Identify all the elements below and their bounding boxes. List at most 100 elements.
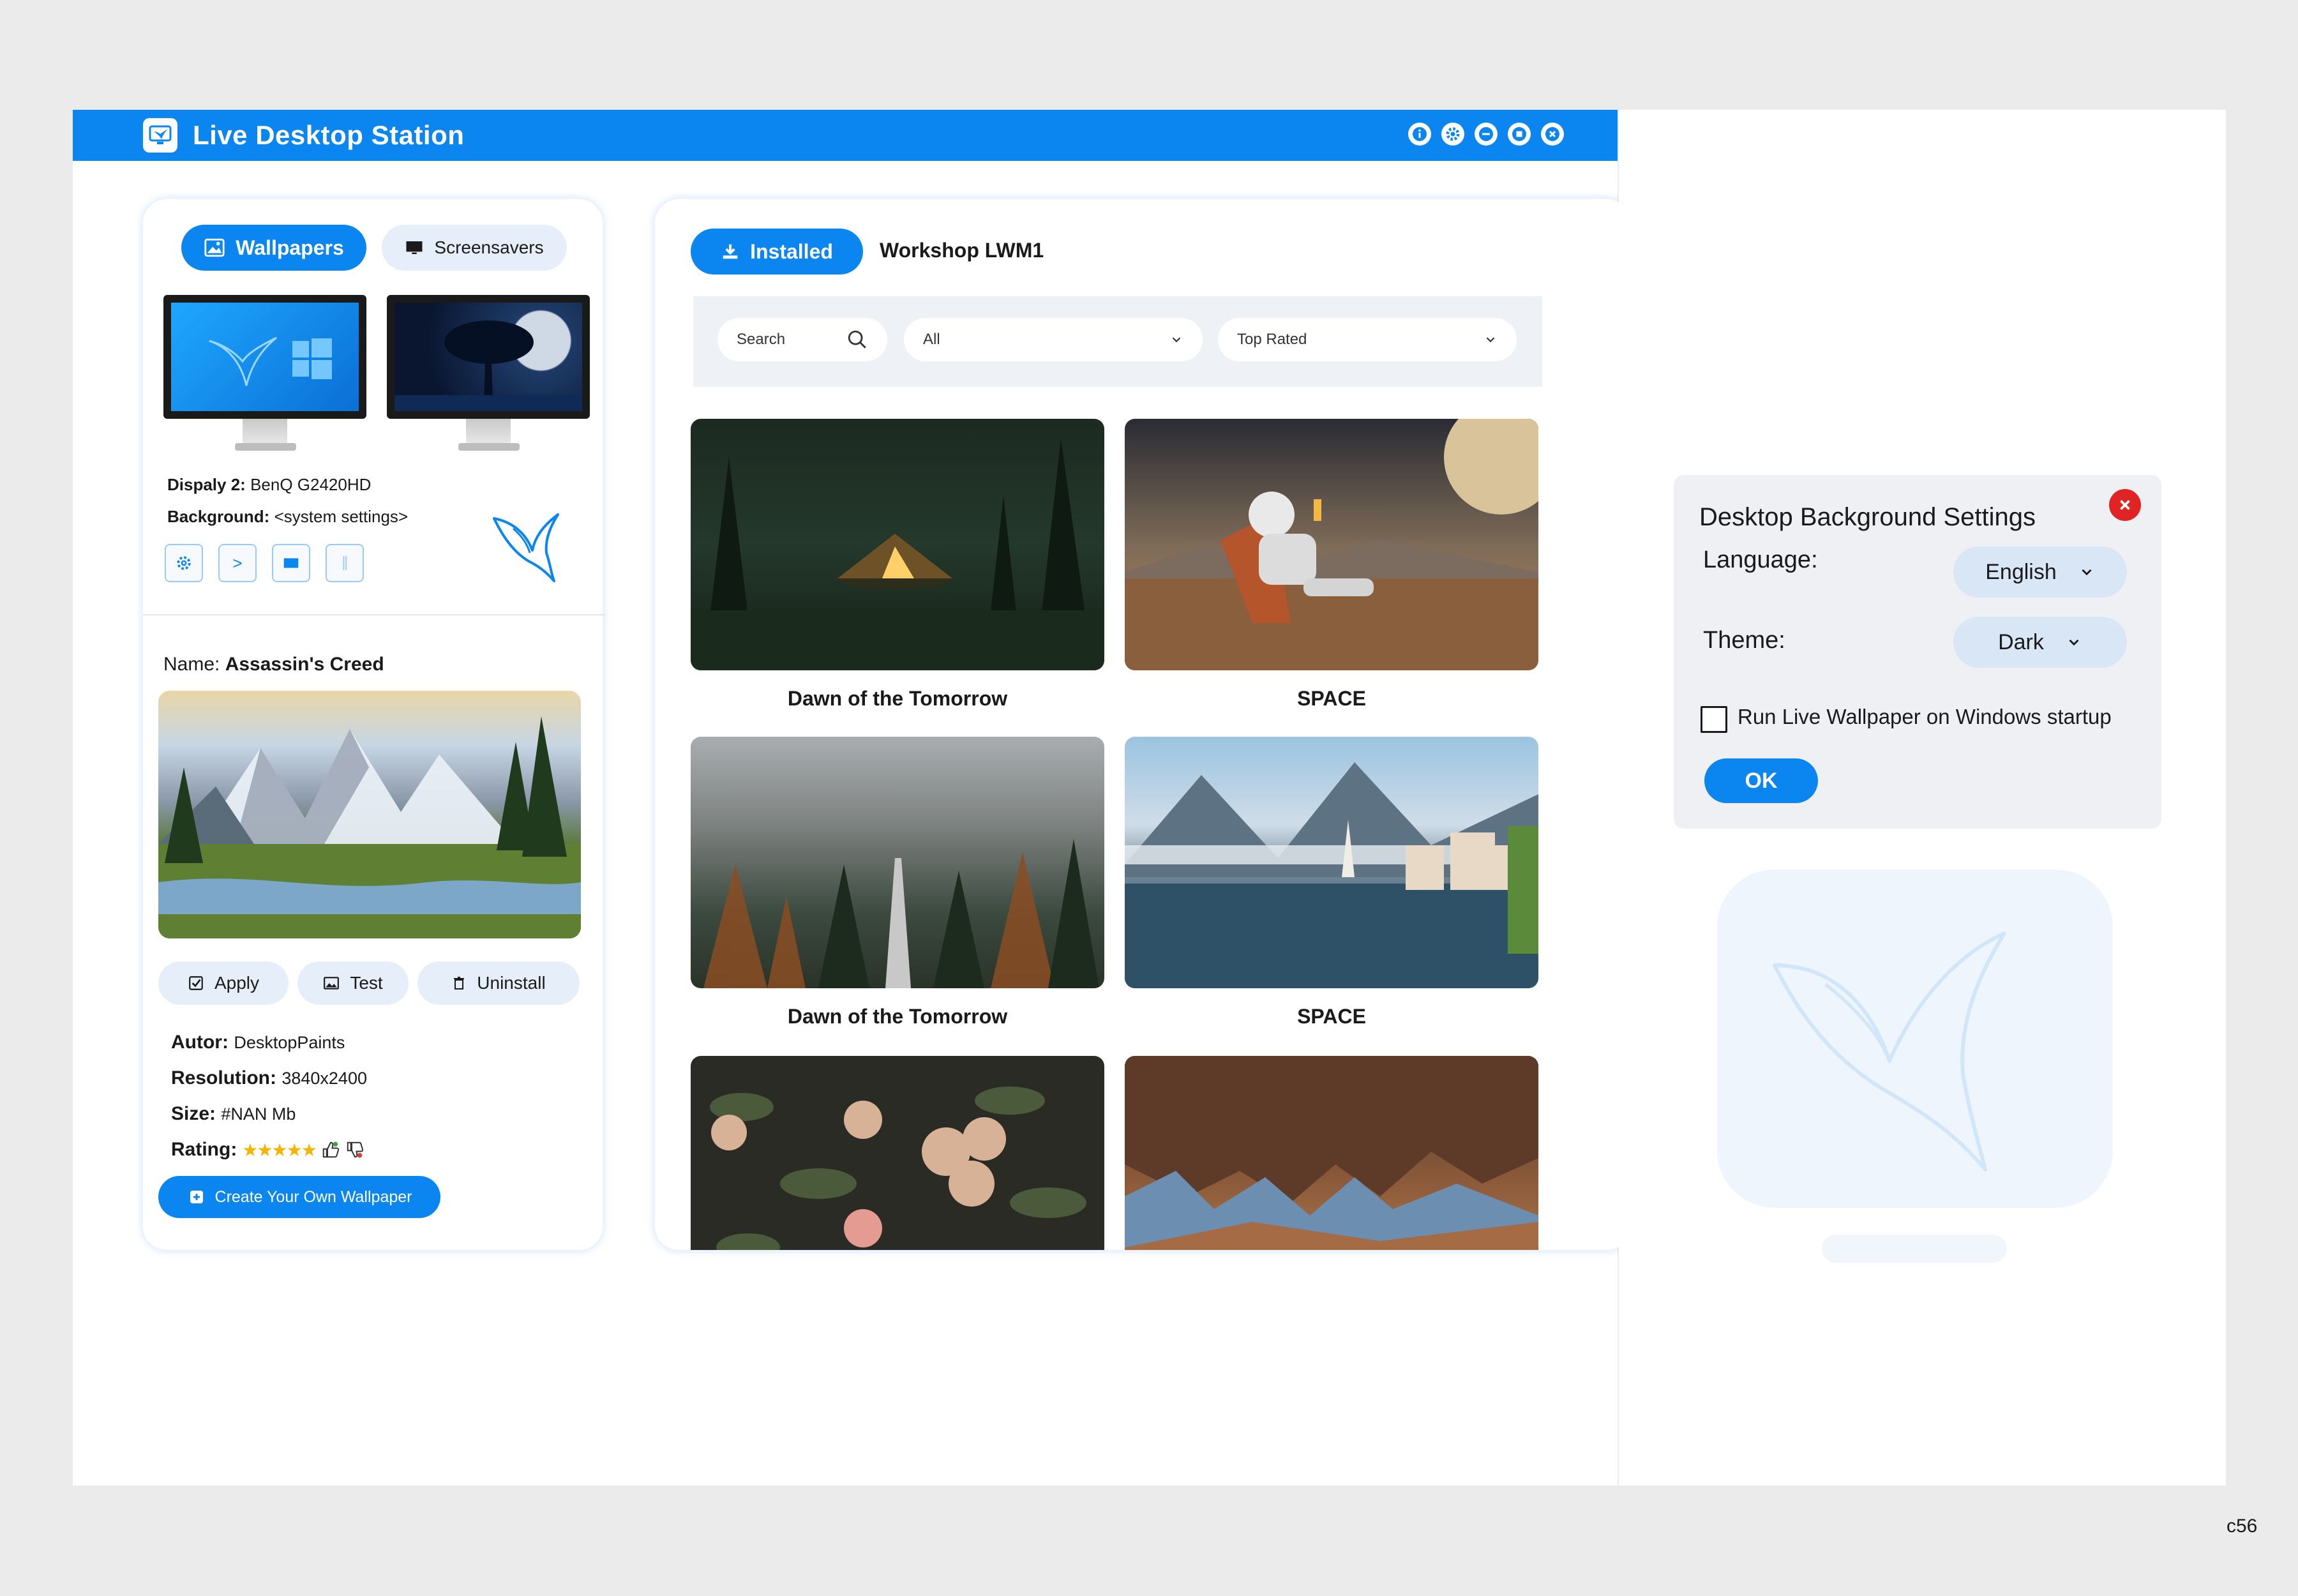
sort-select[interactable]: Top Rated: [1218, 318, 1517, 361]
theme-select[interactable]: Dark: [1953, 617, 2127, 668]
uninstall-label: Uninstall: [477, 973, 546, 993]
wallpaper-tile-6[interactable]: [1125, 1056, 1538, 1250]
wallpaper-name: Name: Assassin's Creed: [163, 654, 384, 675]
ok-button[interactable]: OK: [1704, 758, 1818, 803]
chevron-down-icon: [1486, 337, 1495, 343]
display-label: Dispaly 2:: [167, 475, 246, 494]
monitor-base: [235, 443, 296, 451]
author-label: Autor:: [171, 1032, 229, 1053]
wallpaper-detail-panel: Wallpapers Screensavers Dispaly 2: BenQ …: [142, 198, 605, 1251]
desktop-background-settings-dialog: Desktop Background Settings Language: En…: [1674, 475, 2161, 829]
maximize-icon[interactable]: [1508, 123, 1531, 146]
create-wallpaper-label: Create Your Own Wallpaper: [214, 1187, 412, 1206]
category-select[interactable]: All: [904, 318, 1203, 361]
download-icon: [723, 244, 738, 259]
test-label: Test: [350, 973, 383, 993]
split-icon: [343, 555, 347, 571]
watermark-monitor-stand: [1822, 1235, 2007, 1263]
wallpaper-title-1: Dawn of the Tomorrow: [787, 687, 1008, 710]
theme-label: Theme:: [1703, 627, 1785, 654]
add-image-icon: [190, 1191, 203, 1203]
thumbs-down-icon[interactable]: [345, 1140, 364, 1159]
rating-label: Rating:: [171, 1139, 237, 1160]
search-placeholder: Search: [737, 331, 786, 348]
monitor-stand: [466, 419, 511, 444]
tab-wallpapers-label: Wallpapers: [236, 236, 344, 259]
wallpaper-gallery-panel: Installed Workshop LWM1 Search All Top R…: [654, 198, 1632, 1251]
tab-screensavers[interactable]: Screensavers: [382, 225, 567, 271]
sort-value: Top Rated: [1237, 331, 1307, 348]
tree-silhouette-icon: [394, 320, 582, 411]
wallpaper-tile-3[interactable]: [691, 737, 1104, 988]
resolution-info: Resolution: 3840x2400: [171, 1067, 367, 1089]
image-icon: [324, 977, 340, 990]
gear-icon[interactable]: [1441, 123, 1464, 146]
tab-wallpapers[interactable]: Wallpapers: [181, 225, 366, 271]
settings-panel: Desktop Background Settings Language: En…: [1619, 110, 2226, 1486]
language-label: Language:: [1703, 546, 1818, 573]
display-2-preview[interactable]: [387, 295, 591, 455]
chevron-down-icon: [1172, 337, 1181, 343]
wallpaper-tile-2[interactable]: [1125, 419, 1538, 670]
name-value: Assassin's Creed: [225, 654, 384, 675]
hummingbird-logo-icon: [493, 513, 559, 582]
divider: [143, 614, 605, 615]
tab-installed-label: Installed: [750, 239, 833, 263]
next-display-button[interactable]: >: [218, 544, 257, 582]
filter-bar: Search All Top Rated: [693, 296, 1542, 387]
uninstall-button[interactable]: Uninstall: [417, 961, 580, 1005]
rating-info: Rating: ★★★★★: [171, 1139, 364, 1161]
fill-mode-button[interactable]: [272, 544, 310, 582]
author-value: DesktopPaints: [234, 1033, 345, 1052]
test-button[interactable]: Test: [297, 961, 409, 1005]
watermark-monitor-icon: [1717, 870, 2113, 1208]
minimize-icon[interactable]: [1475, 123, 1498, 146]
tab-installed[interactable]: Installed: [691, 229, 863, 275]
close-icon[interactable]: [1541, 123, 1564, 146]
split-mode-button[interactable]: [326, 544, 364, 582]
startup-label: Run Live Wallpaper on Windows startup: [1738, 705, 2112, 728]
title-bar: Live Desktop Station: [73, 110, 1618, 161]
create-wallpaper-button[interactable]: Create Your Own Wallpaper: [158, 1176, 440, 1218]
size-info: Size: #NAN Mb: [171, 1103, 296, 1125]
wallpaper-title-2: SPACE: [1297, 687, 1366, 710]
display-settings-button[interactable]: [165, 544, 203, 582]
resolution-value: 3840x2400: [282, 1069, 367, 1088]
wallpaper-tile-5[interactable]: [691, 1056, 1104, 1250]
search-icon: [848, 330, 866, 349]
trash-icon: [454, 977, 465, 990]
display-value: BenQ G2420HD: [250, 475, 372, 494]
gear-icon: [177, 556, 191, 570]
resolution-label: Resolution:: [171, 1067, 276, 1088]
app-logo-icon: [143, 118, 177, 153]
tab-screensavers-label: Screensavers: [434, 237, 544, 257]
rating-stars: ★★★★★: [242, 1140, 317, 1160]
wallpaper-title-3: Dawn of the Tomorrow: [787, 1005, 1008, 1028]
dialog-title: Desktop Background Settings: [1699, 503, 2036, 531]
thumbs-up-icon[interactable]: [321, 1140, 340, 1159]
chevron-down-icon: [2069, 639, 2079, 646]
display-1-screen: [163, 295, 366, 419]
display-1-preview[interactable]: [163, 295, 368, 455]
name-label: Name:: [163, 654, 220, 675]
tab-workshop[interactable]: Workshop LWM1: [880, 239, 1044, 262]
author-info: Autor: DesktopPaints: [171, 1032, 345, 1053]
apply-label: Apply: [214, 973, 260, 993]
background-info: Background: <system settings>: [167, 507, 408, 527]
wallpaper-preview-image: [158, 691, 581, 938]
language-value: English: [1985, 559, 2057, 584]
startup-checkbox[interactable]: [1701, 706, 1727, 733]
monitor-stand: [243, 419, 287, 444]
apply-button[interactable]: Apply: [158, 961, 289, 1005]
wallpaper-tile-1[interactable]: [691, 419, 1104, 670]
window-controls: [1408, 123, 1564, 146]
category-value: All: [923, 331, 940, 348]
language-select[interactable]: English: [1953, 546, 2127, 598]
dialog-close-button[interactable]: [2109, 489, 2141, 521]
wallpaper-title-4: SPACE: [1297, 1005, 1366, 1028]
wallpaper-tile-4[interactable]: [1125, 737, 1538, 988]
display-2-screen: [387, 295, 590, 419]
info-icon[interactable]: [1408, 123, 1431, 146]
display-info: Dispaly 2: BenQ G2420HD: [167, 475, 371, 495]
search-input[interactable]: Search: [717, 318, 887, 361]
